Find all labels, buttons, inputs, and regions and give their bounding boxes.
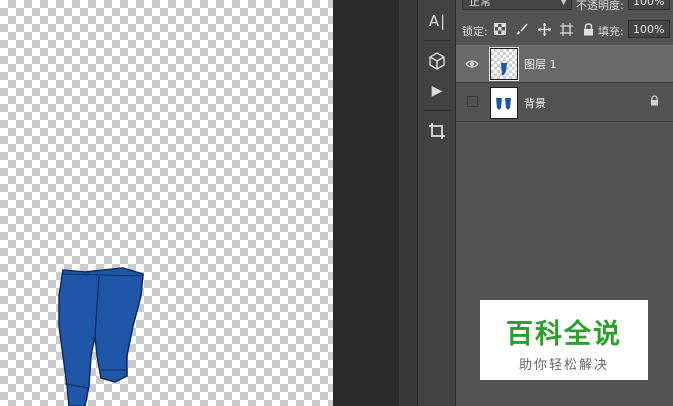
- artboard-icon[interactable]: [558, 21, 574, 37]
- watermark-subtitle: 助你轻松解决: [518, 358, 609, 373]
- layer-row[interactable]: 背景: [456, 84, 673, 122]
- layer-thumbnail: [489, 47, 519, 81]
- lock-transparent-pixels-icon[interactable]: [492, 21, 508, 37]
- layer-name: 背景: [524, 97, 546, 110]
- blend-mode-value: 正常: [469, 0, 491, 8]
- watermark-logo: 百科全说 助你轻松解决: [480, 300, 648, 380]
- layer-row[interactable]: 图层 1: [456, 45, 673, 83]
- opacity-input[interactable]: 100%: [628, 0, 670, 10]
- tool-separator: [424, 40, 450, 41]
- lock-label: 锁定:: [462, 25, 488, 38]
- blend-mode-dropdown[interactable]: 正常 ▼: [462, 0, 572, 10]
- opacity-label: 不透明度:: [576, 0, 624, 12]
- move-icon[interactable]: [536, 21, 552, 37]
- workspace-background: [333, 0, 399, 406]
- crop-icon[interactable]: [422, 116, 452, 146]
- blue-pants-artwork: [58, 267, 144, 406]
- tool-separator: [424, 110, 450, 111]
- brush-icon[interactable]: [514, 21, 530, 37]
- 3d-cube-icon[interactable]: [422, 46, 452, 76]
- layer-name: 图层 1: [524, 58, 557, 71]
- chevron-down-icon: ▼: [560, 0, 567, 7]
- eye-icon[interactable]: [464, 56, 480, 72]
- panel-icon-strip: A | ▶: [417, 0, 456, 406]
- layer-thumbnail: [490, 87, 518, 119]
- lock-icon[interactable]: [650, 95, 659, 109]
- panel-divider: [399, 0, 417, 406]
- play-icon[interactable]: ▶: [422, 76, 452, 106]
- lock-icon[interactable]: [580, 21, 596, 37]
- type-tool-icon[interactable]: A |: [422, 6, 452, 36]
- fill-input[interactable]: 100%: [628, 20, 670, 38]
- visibility-toggle[interactable]: [467, 96, 478, 107]
- fill-label: 填充:: [598, 25, 624, 38]
- watermark-title: 百科全说: [506, 319, 622, 350]
- document-canvas[interactable]: [0, 0, 333, 406]
